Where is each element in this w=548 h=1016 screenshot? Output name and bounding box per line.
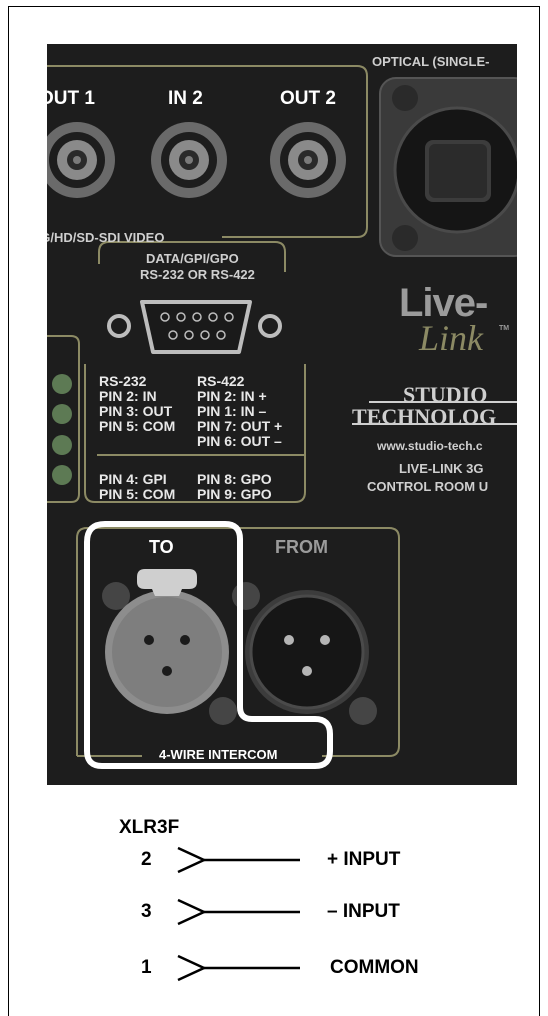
rs422-heading: RS-422 <box>197 373 245 389</box>
optical-connector <box>379 77 517 257</box>
xlr-caption: 4-WIRE INTERCOM <box>159 747 278 762</box>
gpo-pin: PIN 8: GPO <box>197 471 272 487</box>
led-indicator <box>52 465 72 485</box>
pinout-pin-number: 2 <box>141 849 152 870</box>
brand-link: Link <box>419 318 484 358</box>
bnc-out1-connector <box>47 122 115 198</box>
xlr-from-connector <box>232 582 377 725</box>
brand-trademark: TM <box>499 325 510 332</box>
bnc-in2-label: IN 2 <box>168 88 203 109</box>
bnc-in2-connector <box>151 122 227 198</box>
led-indicator <box>52 374 72 394</box>
model-description: CONTROL ROOM U <box>367 479 489 494</box>
pinout-pin-label: COMMON <box>330 957 419 978</box>
gpi-pin: PIN 5: COM <box>99 486 176 502</box>
rs232-pin: PIN 3: OUT <box>99 403 173 419</box>
rs232-heading: RS-232 <box>99 373 147 389</box>
data-title: DATA/GPI/GPO <box>142 251 243 266</box>
bnc-out1-label: OUT 1 <box>47 88 95 109</box>
rs422-pin: PIN 7: OUT + <box>197 418 283 434</box>
rs422-pin: PIN 2: IN + <box>197 388 267 404</box>
bnc-out2-label: OUT 2 <box>280 88 336 109</box>
led-indicator <box>52 404 72 424</box>
gpi-pin-list: PIN 4: GPI PIN 5: COM <box>99 472 175 502</box>
pinout-title: XLR3F <box>119 817 180 838</box>
rear-panel: OUT 1 IN 2 OUT 2 3G/HD/SD-SDI VIDEO OPTI… <box>47 44 517 785</box>
rs232-pin-list: RS-232 PIN 2: IN PIN 3: OUT PIN 5: COM <box>99 374 175 434</box>
gpo-pin: PIN 9: GPO <box>197 486 272 502</box>
rs232-pin: PIN 5: COM <box>99 418 176 434</box>
pinout-pin-number: 1 <box>141 957 152 978</box>
pinout-pin-label: + INPUT <box>327 849 401 870</box>
gpo-pin-list: PIN 8: GPO PIN 9: GPO <box>197 472 272 502</box>
brand-url: www.studio-tech.c <box>377 439 483 453</box>
rs422-pin: PIN 1: IN – <box>197 403 267 419</box>
xlr-from-label: FROM <box>275 537 328 557</box>
db9-connector <box>107 300 282 354</box>
pinout-pin-number: 3 <box>141 901 152 922</box>
optical-label: OPTICAL (SINGLE- <box>372 54 490 69</box>
rs422-pin-list: RS-422 PIN 2: IN + PIN 1: IN – PIN 7: OU… <box>197 374 282 449</box>
rs232-pin: PIN 2: IN <box>99 388 157 404</box>
xlr-to-label: TO <box>149 537 174 557</box>
bnc-out2-connector <box>270 122 346 198</box>
pinout-pin-label: – INPUT <box>327 901 400 922</box>
data-subtitle: RS-232 OR RS-422 <box>140 267 255 282</box>
brand-technology: TECHNOLOG <box>352 404 497 429</box>
led-indicator <box>52 435 72 455</box>
model-name: LIVE-LINK 3G <box>399 461 484 476</box>
gpi-pin: PIN 4: GPI <box>99 471 167 487</box>
rs422-pin: PIN 6: OUT – <box>197 433 282 449</box>
bnc-caption: 3G/HD/SD-SDI VIDEO <box>47 230 165 245</box>
xlr-to-connector <box>102 569 237 725</box>
